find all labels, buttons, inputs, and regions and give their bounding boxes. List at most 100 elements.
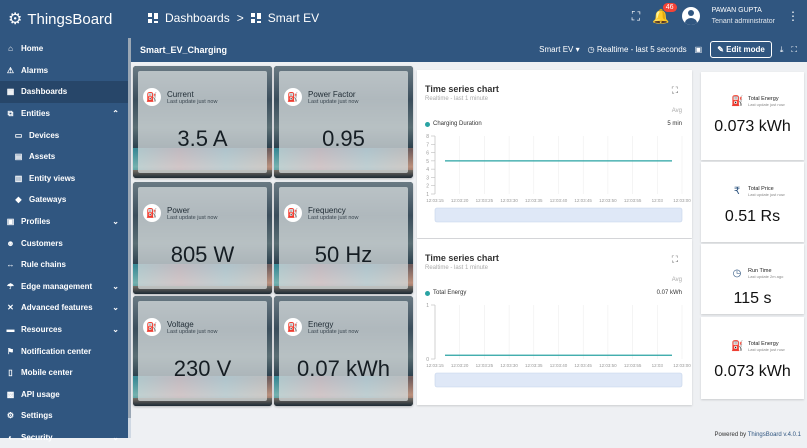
kpi-update: Last update just now (748, 347, 785, 352)
chevron-down-icon: ⌄ (112, 433, 119, 442)
kpi-card-run-time: ◷Run TimeLast update 2m ago 115 s (701, 244, 804, 314)
assets-icon: ▤ (14, 152, 23, 161)
sidebar-item-label: Rule chains (21, 260, 66, 269)
user-name: PAWAN GUPTA (712, 5, 775, 16)
tile-value: 50 Hz (274, 242, 413, 268)
sidebar-item-settings[interactable]: ⚙ Settings (0, 405, 128, 427)
ev-station-icon: ⛽ (143, 204, 161, 222)
top-bar: ⚙ ThingsBoard Dashboards > Smart EV ⛶ 🔔 … (0, 0, 807, 38)
y-tick-label: 8 (426, 134, 429, 140)
sidebar-item-assets[interactable]: ▤ Assets (0, 146, 128, 168)
sidebar-item-label: Settings (21, 411, 53, 420)
kpi-card-total-energy: ⛽Total EnergyLast update just now0.073 k… (701, 317, 804, 399)
sidebar-item-entity-views[interactable]: ▥ Entity views (0, 168, 128, 190)
filter-icon[interactable]: ▣ (695, 45, 703, 54)
app-name: ThingsBoard (27, 11, 112, 28)
fullscreen-icon[interactable]: ⛶ (791, 45, 797, 55)
state-select[interactable]: Smart EV ▾ (539, 45, 579, 54)
sidebar-item-home[interactable]: ⌂Home (0, 38, 128, 60)
sidebar-item-label: Alarms (21, 66, 48, 75)
tile-value: 0.07 kWh (274, 356, 413, 382)
x-tick-label: 12:03:25 (476, 198, 494, 203)
tile-update: Last update just now (167, 329, 217, 335)
sidebar-item-advanced-features[interactable]: ✕Advanced features⌄ (0, 297, 128, 319)
sidebar-item-label: Advanced features (21, 303, 93, 312)
y-tick-label: 1 (426, 303, 429, 309)
tile-header: ⛽ VoltageLast update just now (143, 318, 217, 336)
sidebar-item-label: Gateways (29, 195, 66, 204)
dashboard-tools: Smart EV ▾ ◷ Realtime - last 5 seconds ▣… (539, 41, 797, 58)
customers-icon: ☻ (6, 239, 15, 248)
home-icon: ⌂ (6, 44, 15, 53)
breadcrumb-smart-ev: Smart EV (268, 11, 319, 25)
sidebar-item-security[interactable]: ◐ Security ⌄ (0, 427, 128, 448)
value-tile-frequency: ⛽FrequencyLast update just now 50 Hz (274, 182, 413, 294)
edge-icon: ☂ (6, 282, 15, 291)
sidebar-item-entities[interactable]: ⧉Entities⌃ (0, 103, 128, 125)
timewindow-button[interactable]: ◷ Realtime - last 5 seconds (588, 45, 687, 54)
download-icon[interactable]: ⤓ (780, 45, 784, 55)
edit-mode-button[interactable]: ✎ Edit mode (710, 41, 772, 58)
security-icon: ◐ (6, 433, 15, 442)
x-tick-label: 12:03:15 (426, 198, 444, 203)
x-tick-label: 12:03:30 (500, 198, 518, 203)
sidebar-item-edge-management[interactable]: ☂ Edge management ⌄ (0, 276, 128, 298)
sidebar-item-rule-chains[interactable]: ↔Rule chains (0, 254, 128, 276)
chevron-down-icon: ⌄ (112, 217, 119, 226)
chevron-down-icon: ⌄ (112, 282, 119, 291)
ev-station-icon: ⛽ (143, 318, 161, 336)
tile-overlay (279, 71, 408, 173)
x-tick-label: 12:03:50 (599, 363, 617, 368)
sidebar-item-label: Entity views (29, 174, 75, 183)
kpi-value: 115 s (701, 290, 804, 308)
tile-header: ⛽FrequencyLast update just now (284, 204, 358, 222)
sidebar-item-customers[interactable]: ☻Customers (0, 232, 128, 254)
more-vert-icon[interactable]: ⋮ (787, 9, 799, 23)
tile-header: ⛽PowerLast update just now (143, 204, 217, 222)
sidebar-item-dashboards[interactable]: ▦Dashboards (0, 81, 128, 103)
sidebar-item-alarms[interactable]: ⚠Alarms (0, 60, 128, 82)
api-usage-icon: ▩ (6, 390, 15, 399)
sidebar-item-label: Edge management (21, 282, 92, 291)
kpi-value: 0.073 kWh (701, 363, 804, 381)
sidebar-item-profiles[interactable]: ▣Profiles⌄ (0, 211, 128, 233)
value-tile-power-factor: ⛽Power FactorLast update just now0.95 (274, 66, 413, 178)
notifications-button[interactable]: 🔔 46 (652, 8, 669, 25)
fullscreen-icon[interactable]: ⛶ (632, 9, 640, 24)
sidebar-item-label: Assets (29, 152, 55, 161)
sidebar-item-devices[interactable]: ▭Devices (0, 124, 128, 146)
tile-update: Last update just now (167, 99, 217, 105)
tile-header: ⛽Power FactorLast update just now (284, 88, 358, 106)
logo[interactable]: ⚙ ThingsBoard (8, 9, 112, 29)
avatar[interactable] (682, 7, 700, 25)
notification-count: 46 (663, 3, 677, 12)
tile-label: Voltage (167, 320, 217, 329)
entity-views-icon: ▥ (14, 174, 23, 183)
user-info[interactable]: PAWAN GUPTA Tenant administrator (712, 5, 775, 27)
sidebar-item-label: API usage (21, 390, 60, 399)
kpi-header: ⛽Total EnergyLast update just now (731, 96, 785, 107)
sidebar-item-label: Security (21, 433, 53, 442)
tile-update: Last update just now (308, 99, 358, 105)
kpi-header: ◷Run TimeLast update 2m ago (731, 268, 783, 279)
tile-value: 805 W (133, 242, 272, 268)
ev-station-icon: ⛽ (284, 318, 302, 336)
chevron-down-icon: ⌄ (112, 303, 119, 312)
powered-by[interactable]: Powered by ThingsBoard v.4.0.1 (714, 432, 801, 438)
x-tick-label: 12:03:20 (451, 198, 469, 203)
sidebar-item-api-usage[interactable]: ▩ API usage (0, 384, 128, 406)
sidebar-item-gateways[interactable]: ◆Gateways (0, 189, 128, 211)
sidebar-item-mobile-center[interactable]: ▯Mobile center (0, 362, 128, 384)
breadcrumb-dashboards[interactable]: Dashboards (165, 11, 230, 25)
tile-update: Last update just now (167, 215, 217, 221)
x-tick-label: 12:03:55 (624, 198, 642, 203)
sidebar-item-notification-center[interactable]: ⚑Notification center (0, 340, 128, 362)
thingsboard-logo-icon: ⚙ (8, 9, 22, 29)
sidebar-item-resources[interactable]: ▬Resources⌄ (0, 319, 128, 341)
tile-overlay (279, 187, 408, 289)
y-tick-label: 0 (426, 357, 429, 363)
settings-icon: ⚙ (6, 411, 15, 420)
y-tick-label: 3 (426, 175, 429, 181)
chevron-down-icon: ⌄ (112, 325, 119, 334)
notification-icon: ⚑ (6, 347, 15, 356)
